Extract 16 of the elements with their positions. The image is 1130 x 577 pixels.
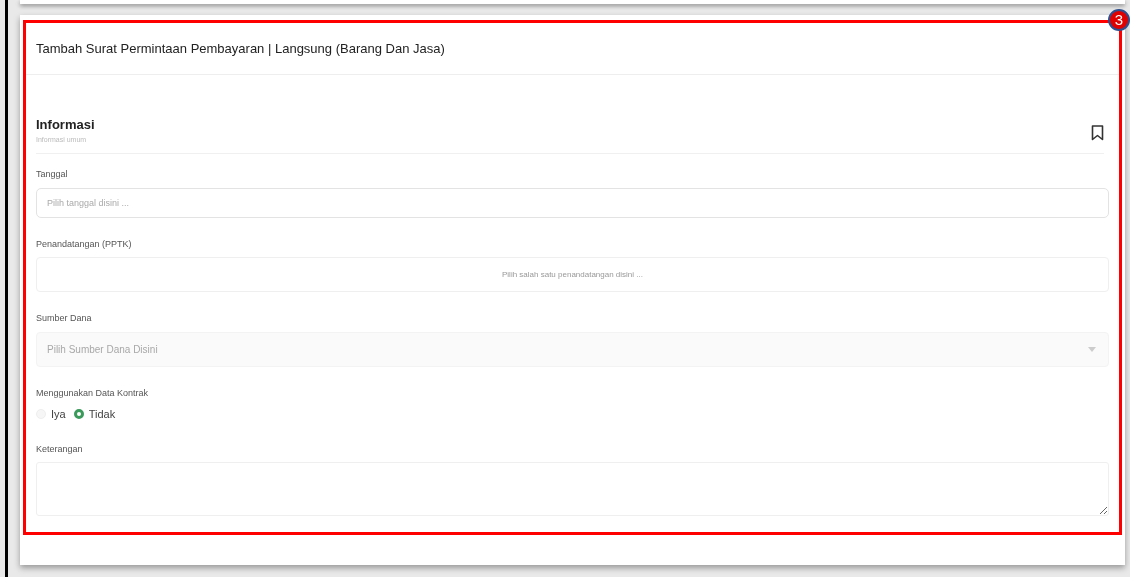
date-field[interactable]: Pilih tanggal disini ... [36, 187, 1109, 218]
field-label: Tanggal [36, 168, 68, 181]
select-placeholder: Pilih salah satu penandatangan disini ... [502, 268, 643, 281]
notes-field[interactable] [36, 462, 1109, 516]
field-label: Menggunakan Data Kontrak [36, 386, 149, 400]
select-placeholder: Pilih Sumber Dana Disini [46, 342, 159, 357]
section-title: Informasi [36, 116, 95, 134]
card-title: Tambah Surat Permintaan Pembayaran | Langsung (Barang Dan Jasa) [36, 39, 445, 58]
field-label: Penandatangan (PPTK) [36, 237, 132, 251]
radio-option[interactable]: Iya [36, 406, 66, 423]
field-label: Sumber Dana [36, 312, 92, 325]
field-label: Keterangan [36, 442, 83, 456]
callout-badge: 3 [1108, 9, 1130, 31]
bookmark-icon[interactable] [1091, 125, 1104, 141]
radio-option[interactable]: Tidak [73, 406, 116, 423]
caret-icon [1088, 346, 1096, 352]
